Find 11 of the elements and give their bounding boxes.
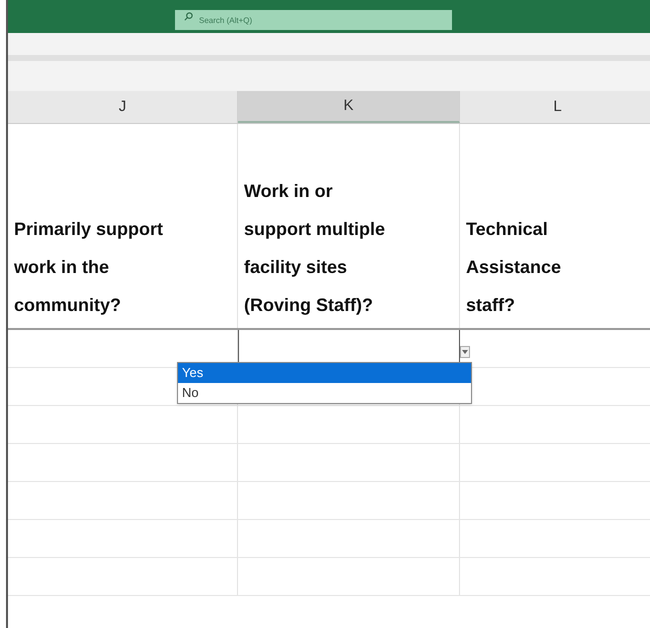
dropdown-option[interactable]: No xyxy=(178,383,471,403)
column-header[interactable]: K xyxy=(238,91,460,123)
caret-icon xyxy=(462,350,468,354)
dropdown-button[interactable] xyxy=(460,346,470,358)
table-cell-text: Primarily support work in the community? xyxy=(14,218,164,317)
table-cell-text: Technical Assistance staff? xyxy=(466,218,562,317)
column-header[interactable]: L xyxy=(460,91,650,123)
table-cell-text: Work in or support multiple facility sites (Roving Staff)? xyxy=(244,180,386,317)
search-field[interactable]: Search (Alt+Q) xyxy=(175,10,452,30)
dropdown-option[interactable]: Yes xyxy=(178,363,471,383)
search-icon xyxy=(184,12,193,20)
